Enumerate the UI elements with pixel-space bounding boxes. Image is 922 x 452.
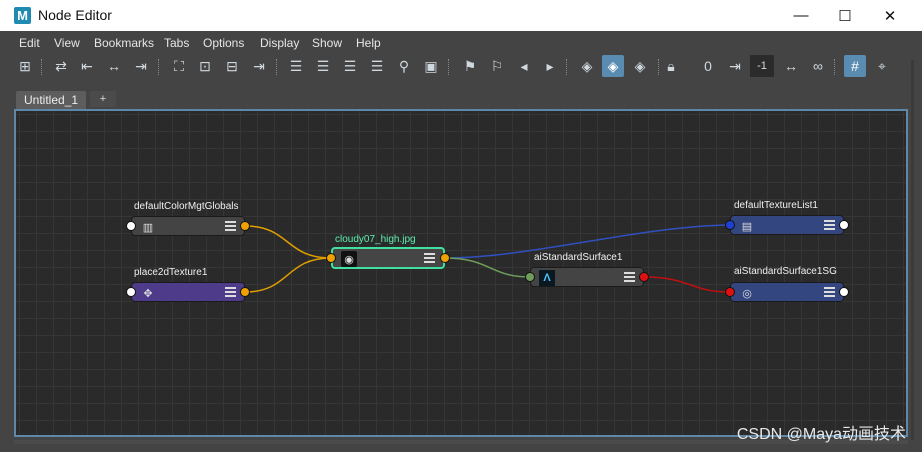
node-defaulttexturelist1[interactable]: ▤	[730, 215, 844, 235]
wire-surface-to-sg	[643, 276, 731, 293]
output-port[interactable]	[839, 287, 849, 297]
output-port[interactable]	[839, 220, 849, 230]
node-title-cloudy07-high: cloudy07_high.jpg	[335, 234, 416, 245]
node-aistandardsurface1[interactable]: Λ	[530, 267, 644, 287]
node-title-place2dtexture1: place2dTexture1	[134, 267, 208, 278]
node-attribute-menu-icon[interactable]	[424, 253, 435, 263]
color-management-icon: ▥	[142, 221, 154, 234]
node-attribute-menu-icon[interactable]	[624, 272, 635, 282]
node-attribute-menu-icon[interactable]	[824, 287, 835, 297]
output-port[interactable]	[440, 253, 450, 263]
input-port[interactable]	[725, 287, 735, 297]
arnold-shader-icon: Λ	[539, 270, 555, 286]
wire-place2d-to-cloudy	[244, 257, 332, 293]
node-attribute-menu-icon[interactable]	[824, 220, 835, 230]
input-port[interactable]	[525, 272, 535, 282]
watermark: CSDN @Maya动画技术	[736, 426, 906, 443]
shading-group-icon: ◎	[742, 287, 752, 300]
node-title-defaulttexturelist1: defaultTextureList1	[734, 200, 818, 211]
place2d-texture-icon: ✥	[143, 287, 153, 300]
node-attribute-menu-icon[interactable]	[225, 221, 236, 231]
node-title-aistandardsurface1: aiStandardSurface1	[534, 252, 623, 263]
input-port[interactable]	[126, 221, 136, 231]
wire-cloudy-to-surface	[444, 257, 531, 278]
node-place2dtexture1[interactable]: ✥	[131, 282, 245, 302]
output-port[interactable]	[240, 221, 250, 231]
node-body-defaultcolormgtglobals[interactable]: ▥	[131, 216, 245, 236]
file-texture-icon: ◉	[341, 251, 357, 267]
node-attribute-menu-icon[interactable]	[225, 287, 236, 297]
texture-list-icon: ▤	[741, 220, 753, 233]
node-aistandardsurface1sg[interactable]: ◎	[730, 282, 844, 302]
wire-colormgt-to-cloudy	[244, 225, 332, 259]
output-port[interactable]	[240, 287, 250, 297]
input-port[interactable]	[725, 220, 735, 230]
node-cloudy07-high[interactable]: ◉	[331, 247, 445, 269]
node-title-defaultcolormgtglobals: defaultColorMgtGlobals	[134, 201, 239, 212]
output-port[interactable]	[639, 272, 649, 282]
input-port[interactable]	[126, 287, 136, 297]
input-port[interactable]	[326, 253, 336, 263]
node-title-aistandardsurface1sg: aiStandardSurface1SG	[734, 266, 837, 277]
